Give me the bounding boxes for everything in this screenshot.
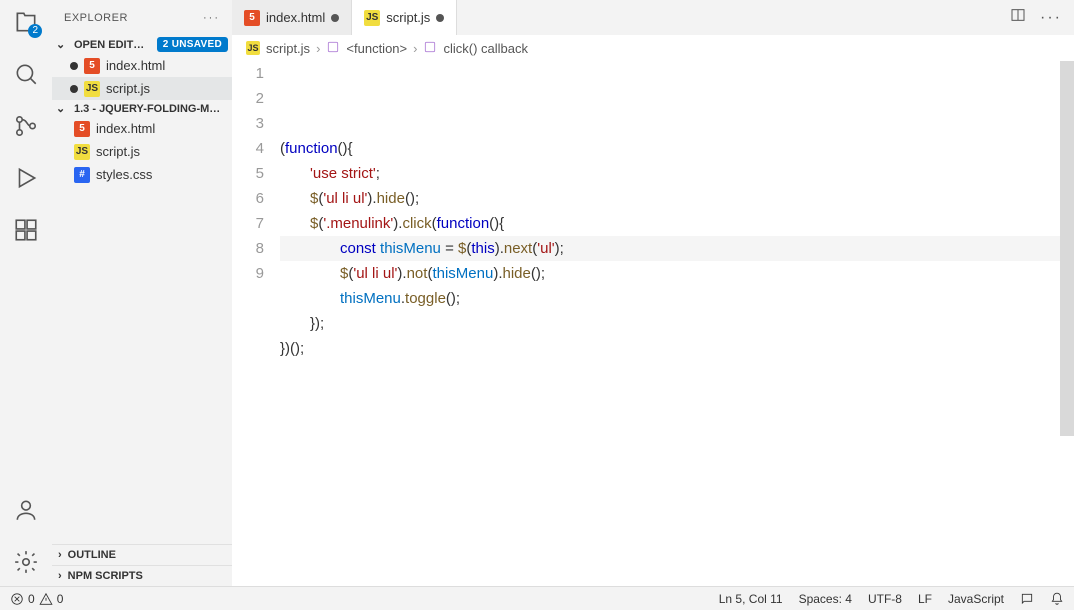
html-file-icon: 5	[74, 121, 90, 137]
editor-tab[interactable]: JS script.js	[352, 0, 457, 35]
status-bar: 0 0 Ln 5, Col 11 Spaces: 4 UTF-8 LF Java…	[0, 586, 1074, 610]
code-line[interactable]: 'use strict';	[280, 161, 1060, 186]
editor-tab[interactable]: 5 index.html	[232, 0, 352, 35]
modified-dot-icon	[331, 14, 339, 22]
tab-bar: 5 index.html JS script.js ···	[232, 0, 1074, 35]
open-editor-item[interactable]: 5 index.html	[52, 54, 232, 77]
line-number: 1	[232, 61, 264, 86]
line-number: 5	[232, 161, 264, 186]
explorer-badge: 2	[28, 24, 42, 38]
code-line[interactable]: const thisMenu = $(this).next('ul');	[280, 236, 1060, 261]
error-count: 0	[28, 592, 35, 606]
more-icon[interactable]: ···	[203, 12, 220, 24]
file-name: index.html	[106, 58, 165, 73]
code-line[interactable]: $('ul li ul').not(thisMenu).hide();	[280, 261, 1060, 286]
language-mode[interactable]: JavaScript	[948, 592, 1004, 606]
unsaved-badge: 2 UNSAVED	[157, 37, 228, 52]
line-number: 6	[232, 186, 264, 211]
settings-gear-icon[interactable]	[12, 548, 40, 576]
open-editors-label: OPEN EDIT…	[74, 39, 153, 51]
explorer-title: EXPLORER	[64, 12, 128, 24]
account-icon[interactable]	[12, 496, 40, 524]
npm-scripts-header[interactable]: › NPM SCRIPTS	[52, 565, 232, 586]
line-number: 9	[232, 261, 264, 286]
modified-dot-icon	[70, 62, 78, 70]
file-name: script.js	[96, 144, 140, 159]
file-tree-item[interactable]: 5 index.html	[52, 117, 232, 140]
folder-label: 1.3 - JQUERY-FOLDING-M…	[74, 103, 220, 115]
chevron-down-icon: ⌄	[56, 102, 70, 115]
breadcrumbs[interactable]: JS script.js › <function> › click() call…	[232, 35, 1074, 61]
notifications-icon[interactable]	[1050, 592, 1064, 606]
cursor-position[interactable]: Ln 5, Col 11	[719, 592, 783, 606]
extensions-icon[interactable]	[12, 216, 40, 244]
html-file-icon: 5	[84, 58, 100, 74]
line-number: 3	[232, 111, 264, 136]
activity-bar: 2	[0, 0, 52, 586]
symbol-icon	[326, 40, 340, 57]
chevron-down-icon: ⌄	[56, 38, 70, 51]
code-line[interactable]: thisMenu.toggle();	[280, 286, 1060, 311]
js-file-icon: JS	[74, 144, 90, 160]
js-file-icon: JS	[84, 81, 100, 97]
open-editors-header[interactable]: ⌄ OPEN EDIT… 2 UNSAVED	[52, 35, 232, 54]
folder-header[interactable]: ⌄ 1.3 - JQUERY-FOLDING-M…	[52, 100, 232, 117]
js-file-icon: JS	[364, 10, 380, 26]
modified-dot-icon	[436, 14, 444, 22]
explorer-icon[interactable]: 2	[12, 8, 40, 36]
breadcrumb-file[interactable]: script.js	[266, 41, 310, 56]
outline-header[interactable]: › OUTLINE	[52, 544, 232, 565]
line-number: 2	[232, 86, 264, 111]
symbol-icon	[423, 40, 437, 57]
line-number: 8	[232, 236, 264, 261]
sidebar: EXPLORER ··· ⌄ OPEN EDIT… 2 UNSAVED 5 in…	[52, 0, 232, 586]
code-line[interactable]: $('ul li ul').hide();	[280, 186, 1060, 211]
problems-status[interactable]: 0 0	[10, 592, 63, 606]
tab-label: script.js	[386, 10, 430, 25]
chevron-right-icon: ›	[58, 570, 62, 582]
line-number: 7	[232, 211, 264, 236]
line-number-gutter: 123456789	[232, 61, 280, 586]
more-icon[interactable]: ···	[1040, 9, 1062, 27]
file-tree-item[interactable]: # styles.css	[52, 163, 232, 186]
code-line[interactable]: $('.menulink').click(function(){	[280, 211, 1060, 236]
file-name: styles.css	[96, 167, 152, 182]
code-line[interactable]: })();	[280, 336, 1060, 361]
code-line[interactable]: });	[280, 311, 1060, 336]
tab-label: index.html	[266, 10, 325, 25]
code-content[interactable]: (function(){'use strict';$('ul li ul').h…	[280, 61, 1074, 586]
html-file-icon: 5	[244, 10, 260, 26]
code-line[interactable]: (function(){	[280, 136, 1060, 161]
open-editor-item[interactable]: JS script.js	[52, 77, 232, 100]
eol-status[interactable]: LF	[918, 592, 932, 606]
sidebar-header: EXPLORER ···	[52, 0, 232, 35]
chevron-right-icon: ›	[316, 41, 320, 56]
file-name: index.html	[96, 121, 155, 136]
run-debug-icon[interactable]	[12, 164, 40, 192]
css-file-icon: #	[74, 167, 90, 183]
feedback-icon[interactable]	[1020, 592, 1034, 606]
warning-count: 0	[57, 592, 64, 606]
encoding-status[interactable]: UTF-8	[868, 592, 902, 606]
split-editor-icon[interactable]	[1010, 7, 1026, 28]
source-control-icon[interactable]	[12, 112, 40, 140]
chevron-right-icon: ›	[413, 41, 417, 56]
indentation-status[interactable]: Spaces: 4	[799, 592, 852, 606]
editor-group: 5 index.html JS script.js ··· JS script.…	[232, 0, 1074, 586]
search-icon[interactable]	[12, 60, 40, 88]
chevron-right-icon: ›	[58, 549, 62, 561]
file-tree-item[interactable]: JS script.js	[52, 140, 232, 163]
npm-label: NPM SCRIPTS	[68, 570, 143, 582]
js-file-icon: JS	[246, 41, 260, 55]
breadcrumb-function[interactable]: <function>	[346, 41, 407, 56]
outline-label: OUTLINE	[68, 549, 116, 561]
code-editor[interactable]: 123456789 (function(){'use strict';$('ul…	[232, 61, 1074, 586]
modified-dot-icon	[70, 85, 78, 93]
breadcrumb-callback[interactable]: click() callback	[443, 41, 528, 56]
file-name: script.js	[106, 81, 150, 96]
scrollbar-overview[interactable]	[1060, 61, 1074, 436]
line-number: 4	[232, 136, 264, 161]
